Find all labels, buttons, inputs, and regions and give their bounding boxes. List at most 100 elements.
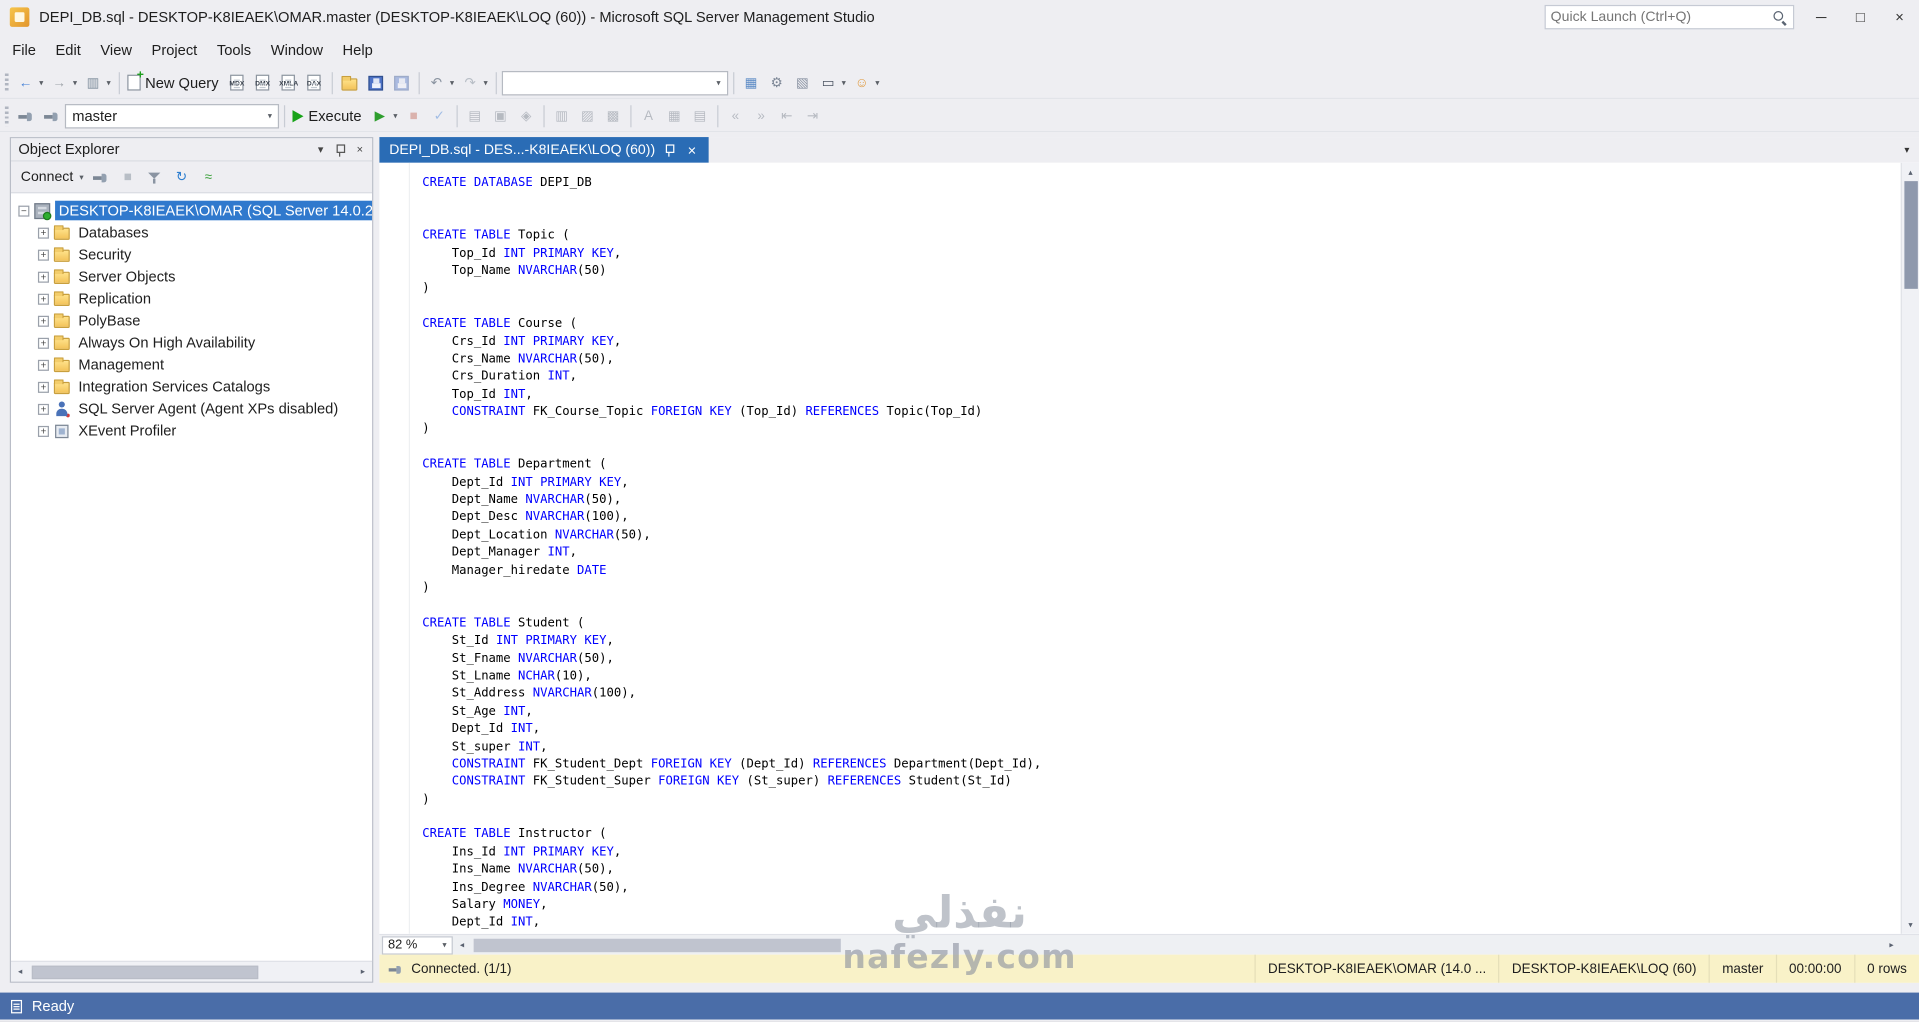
code-surface[interactable]: CREATE DATABASE DEPI_DB CREATE TABLE Top… [379,162,1900,934]
expand-icon[interactable]: + [37,227,49,239]
connect-query-icon[interactable] [13,102,37,129]
redo-icon[interactable]: ↷ ▾ [458,69,490,96]
client-statistics-icon[interactable]: ▩ [601,102,625,129]
registered-servers-icon[interactable]: ▦ [739,69,763,96]
new-query-button[interactable]: New Query [124,69,223,96]
scroll-down-icon[interactable]: ▾ [1901,915,1919,933]
properties-window-icon[interactable]: ⚙ [764,69,788,96]
code-editor[interactable]: CREATE DATABASE DEPI_DB CREATE TABLE Top… [379,162,1919,934]
scrollbar-thumb[interactable] [31,965,259,980]
horizontal-scrollbar[interactable] [471,935,1882,955]
expand-icon[interactable]: + [37,425,49,437]
quick-launch[interactable] [1544,4,1795,30]
new-dax-query-icon[interactable]: DAX [302,69,326,96]
tab-close-icon[interactable]: × [685,141,700,158]
menu-edit[interactable]: Edit [46,34,91,66]
tree-item-databases[interactable]: + Databases [11,222,372,244]
navigate-forward-icon[interactable]: → ▾ [47,69,79,96]
change-connection-icon[interactable] [39,102,63,129]
results-to-grid-icon[interactable]: ▦ [662,102,686,129]
vertical-scrollbar[interactable]: ▴ ▾ [1900,162,1919,934]
query-options-icon[interactable]: ▣ [488,102,512,129]
filter-icon[interactable] [142,163,166,190]
navigate-backward-icon[interactable]: ← ▾ [13,69,45,96]
activity-monitor-icon[interactable]: ▥ ▾ [81,69,113,96]
include-actual-plan-icon[interactable]: ▥ [549,102,573,129]
activity-chart-icon[interactable]: ≈ [196,163,220,190]
expand-icon[interactable]: + [37,381,49,393]
tree-item-server-objects[interactable]: + Server Objects [11,266,372,288]
scrollbar-thumb[interactable] [473,938,841,953]
available-databases-combo[interactable]: master ▾ [64,103,280,128]
menu-file[interactable]: File [2,34,45,66]
scrollbar-thumb[interactable] [1903,181,1918,289]
scroll-right-icon[interactable]: ▸ [354,967,372,977]
tree-item-always-on-high-availability[interactable]: + Always On High Availability [11,332,372,354]
menu-window[interactable]: Window [261,34,333,66]
tree-item-polybase[interactable]: + PolyBase [11,310,372,332]
disconnect-icon[interactable] [89,163,113,190]
close-panel-icon[interactable]: × [350,140,370,160]
intellisense-icon[interactable]: ◈ [514,102,538,129]
close-button[interactable]: × [1880,0,1919,34]
expand-icon[interactable]: + [37,293,49,305]
uncomment-icon[interactable]: » [749,102,773,129]
window-position-chevron-icon[interactable]: ▾ [311,140,331,160]
menu-project[interactable]: Project [142,34,207,66]
results-to-text-icon[interactable]: A [636,102,660,129]
menu-view[interactable]: View [91,34,142,66]
tree-item-sql-server-agent-agent-xps-disabled[interactable]: + SQL Server Agent (Agent XPs disabled) [11,398,372,420]
connect-button[interactable]: Connect ▾ [16,163,86,190]
scroll-left-icon[interactable]: ◂ [11,967,29,977]
increase-indent-icon[interactable]: ⇥ [800,102,824,129]
expand-icon[interactable]: + [37,315,49,327]
new-mdx-query-icon[interactable]: MDX [225,69,249,96]
expand-icon[interactable]: + [37,271,49,283]
tree-item-management[interactable]: + Management [11,354,372,376]
scroll-right-icon[interactable]: ▸ [1882,940,1900,950]
refresh-icon[interactable]: ↻ [169,163,193,190]
maximize-button[interactable]: □ [1841,0,1880,34]
quick-launch-input[interactable] [1550,9,1773,25]
scroll-left-icon[interactable]: ◂ [453,940,471,950]
new-dmx-query-icon[interactable]: DMX [250,69,274,96]
new-xmla-query-icon[interactable]: XMLA [276,69,300,96]
template-browser-icon[interactable]: ▧ [790,69,814,96]
tree-item-security[interactable]: + Security [11,244,372,266]
tree-item-xevent-profiler[interactable]: + XEvent Profiler [11,420,372,442]
feedback-smiley-icon[interactable]: ☺ ▾ [850,69,882,96]
oe-horizontal-scrollbar[interactable]: ◂ ▸ [11,960,373,982]
scroll-up-icon[interactable]: ▴ [1901,163,1919,181]
expand-icon[interactable]: + [37,359,49,371]
zoom-selector[interactable]: 82 % ▾ [381,935,453,955]
results-to-file-icon[interactable]: ▤ [688,102,712,129]
minimize-button[interactable]: ─ [1802,0,1841,34]
cancel-query-icon[interactable]: ■ [401,102,425,129]
save-all-icon[interactable] [389,69,413,96]
decrease-indent-icon[interactable]: ⇤ [775,102,799,129]
debug-icon[interactable]: ▶ ▾ [368,102,400,129]
tree-item-desktop-k8ieaek-omar-sql-server-14-0-210[interactable]: − DESKTOP-K8IEAEK\OMAR (SQL Server 14.0.2… [11,199,373,221]
execute-button[interactable]: Execute [290,102,366,129]
expand-icon[interactable]: + [37,403,49,415]
live-query-statistics-icon[interactable]: ▨ [575,102,599,129]
expand-icon[interactable]: + [37,249,49,261]
tab-pin-icon[interactable] [664,143,676,157]
tab-list-chevron-icon[interactable]: ▾ [1895,144,1919,155]
collapse-icon[interactable]: − [18,205,30,217]
toolbar-grip[interactable] [4,72,9,93]
undo-icon[interactable]: ↶ ▾ [424,69,456,96]
find-combo[interactable]: ▾ [501,70,728,95]
document-tab[interactable]: DEPI_DB.sql - DES...-K8IEAEK\LOQ (60)) × [379,137,710,163]
tree-item-integration-services-catalogs[interactable]: + Integration Services Catalogs [11,376,372,398]
save-icon[interactable] [363,69,387,96]
tree-item-replication[interactable]: + Replication [11,288,372,310]
menu-tools[interactable]: Tools [207,34,261,66]
pin-icon[interactable] [330,140,350,160]
command-window-icon[interactable]: ▭ ▾ [816,69,848,96]
expand-icon[interactable]: + [37,337,49,349]
open-file-icon[interactable] [337,69,361,96]
parse-query-icon[interactable]: ✓ [427,102,451,129]
show-estimated-plan-icon[interactable]: ▤ [462,102,486,129]
toolbar-grip[interactable] [4,105,9,126]
